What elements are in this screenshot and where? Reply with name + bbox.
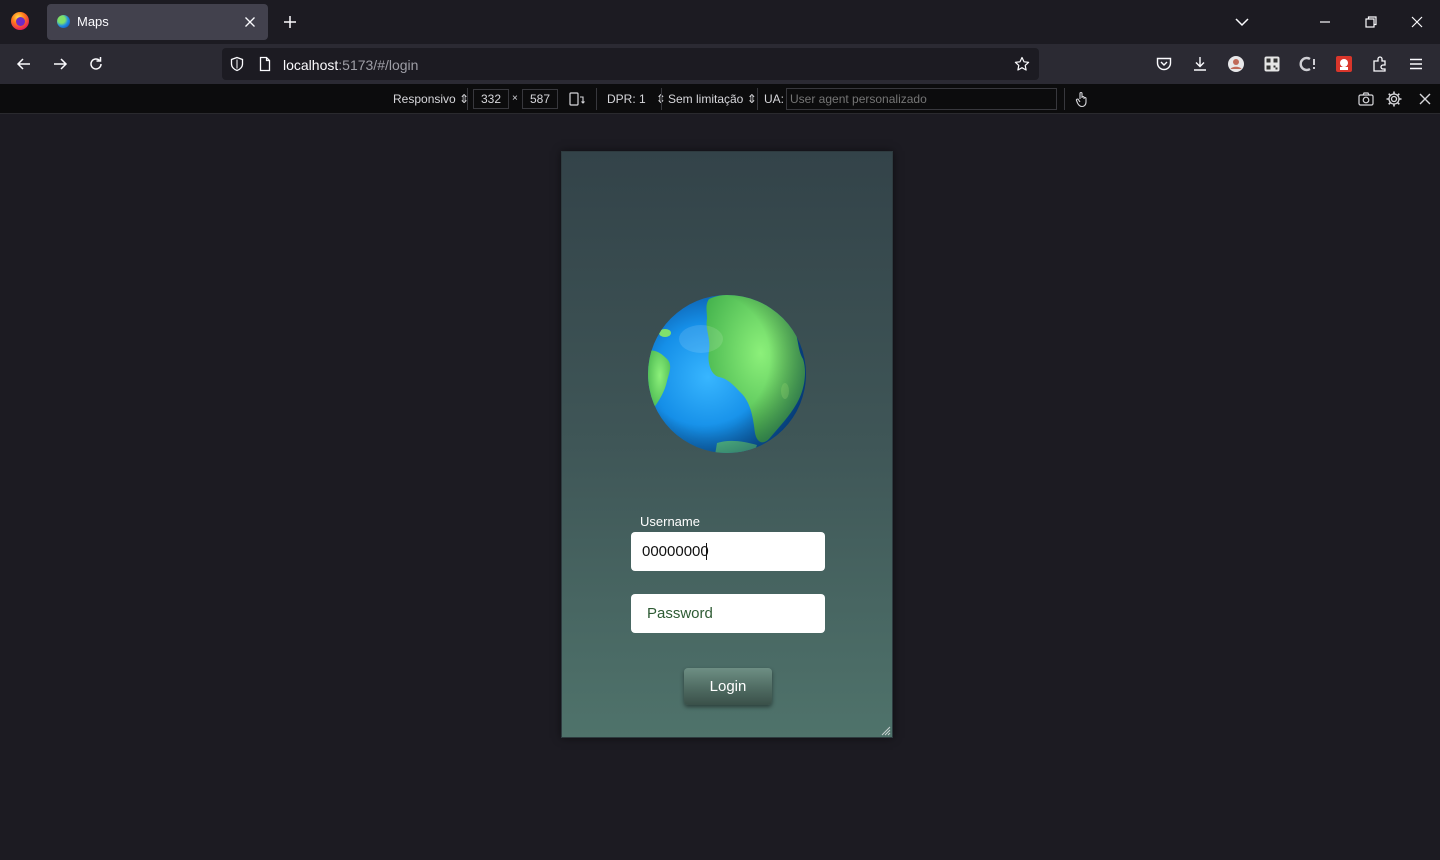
close-window-icon[interactable] — [1407, 12, 1427, 32]
viewport-stage: Username Login — [0, 114, 1440, 860]
address-bar[interactable]: localhost:5173/#/login — [222, 48, 1039, 80]
minimize-icon[interactable] — [1315, 12, 1335, 32]
resize-handle-icon[interactable] — [879, 724, 891, 736]
bookmark-star-icon[interactable] — [1014, 56, 1030, 72]
device-selector-label: Responsivo — [393, 92, 456, 106]
username-label: Username — [640, 514, 700, 529]
downloads-icon[interactable] — [1190, 54, 1210, 74]
touch-simulation-hand-icon[interactable] — [1073, 90, 1091, 108]
globe-icon — [648, 295, 806, 453]
password-input[interactable] — [631, 594, 825, 633]
divider — [1064, 88, 1065, 110]
device-viewport: Username Login — [561, 151, 893, 738]
network-throttle-selector[interactable]: Sem limitação ⇕ — [668, 92, 757, 106]
viewport-height-input[interactable]: 587 — [522, 89, 558, 109]
forward-arrow-icon[interactable] — [50, 54, 70, 74]
divider — [661, 88, 662, 110]
restore-icon[interactable] — [1361, 12, 1381, 32]
account-avatar-icon[interactable] — [1226, 54, 1246, 74]
viewport-width-input[interactable]: 332 — [473, 89, 509, 109]
reload-icon[interactable] — [86, 54, 106, 74]
back-arrow-icon[interactable] — [14, 54, 34, 74]
dimension-separator: × — [512, 93, 518, 104]
close-tab-icon[interactable] — [240, 12, 260, 32]
settings-gear-icon[interactable] — [1385, 90, 1403, 108]
extensions-puzzle-icon[interactable] — [1370, 54, 1390, 74]
maps-favicon-icon — [57, 15, 70, 28]
user-agent-input[interactable] — [786, 88, 1057, 110]
divider — [467, 88, 468, 110]
url-path: :5173/#/login — [338, 57, 419, 73]
page-info-icon[interactable] — [257, 56, 273, 72]
list-all-tabs-chevron-icon[interactable] — [1232, 12, 1252, 32]
hamburger-menu-icon[interactable] — [1406, 54, 1426, 74]
qr-code-extension-icon[interactable] — [1262, 54, 1282, 74]
device-selector[interactable]: Responsivo ⇕ — [393, 92, 469, 106]
firefox-logo-icon[interactable] — [10, 11, 30, 31]
url-host: localhost — [283, 57, 339, 73]
throttle-label: Sem limitação — [668, 92, 744, 106]
rotate-viewport-icon[interactable] — [567, 90, 585, 108]
navigation-toolbar: localhost:5173/#/login — [0, 44, 1440, 84]
red-extension-icon[interactable] — [1334, 54, 1354, 74]
ua-label: UA: — [764, 92, 785, 106]
screenshot-camera-icon[interactable] — [1357, 90, 1375, 108]
cookie-editor-extension-icon[interactable] — [1298, 54, 1318, 74]
new-tab-icon[interactable] — [280, 12, 300, 32]
url-text[interactable]: localhost:5173/#/login — [283, 57, 418, 73]
responsive-design-toolbar: Responsivo ⇕ 332 × 587 DPR: 1 ⇕ Sem limi… — [0, 84, 1440, 114]
close-responsive-mode-icon[interactable] — [1416, 90, 1434, 108]
tab-strip: Maps — [0, 0, 1440, 44]
divider — [596, 88, 597, 110]
divider — [757, 88, 758, 110]
tab-maps[interactable]: Maps — [47, 4, 268, 40]
dpr-label: DPR: 1 — [607, 92, 646, 106]
text-caret — [706, 543, 707, 560]
dpr-selector[interactable]: DPR: 1 ⇕ — [607, 92, 666, 106]
tracking-protection-shield-icon[interactable] — [229, 56, 245, 72]
username-input[interactable] — [631, 532, 825, 571]
tab-title: Maps — [77, 14, 109, 29]
pocket-icon[interactable] — [1154, 54, 1174, 74]
login-button[interactable]: Login — [684, 668, 772, 705]
